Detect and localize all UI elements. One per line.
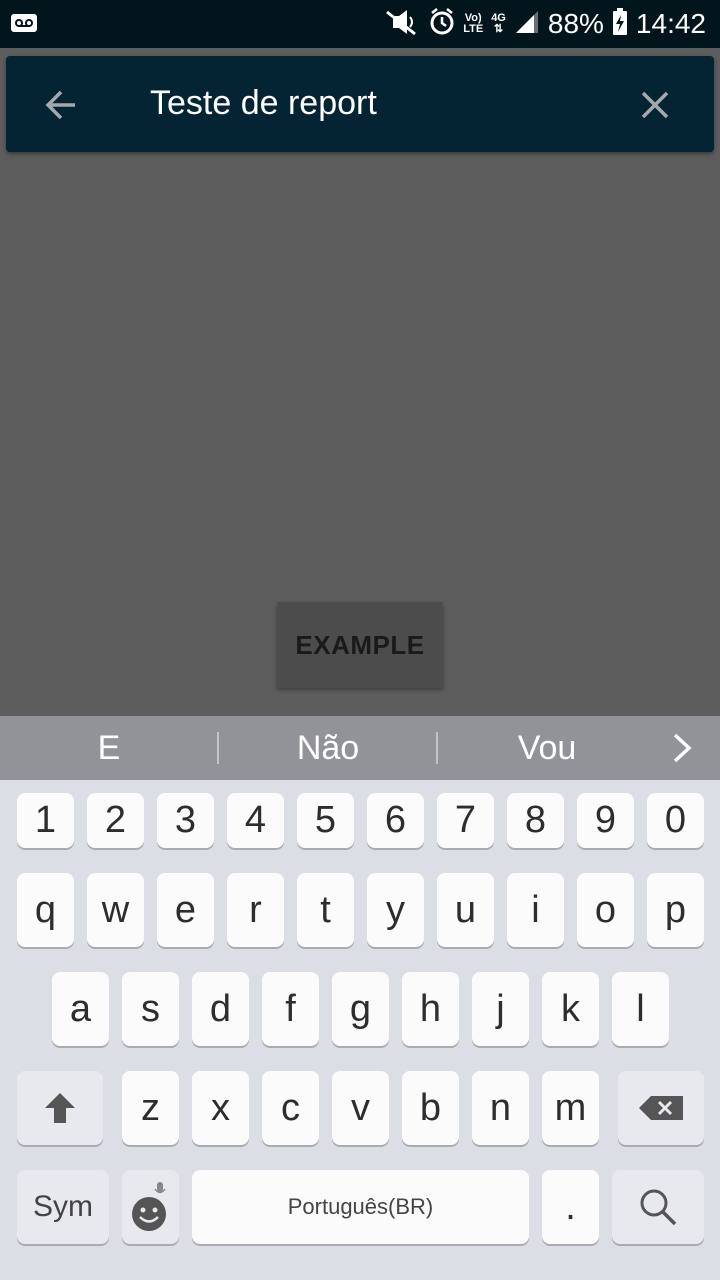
key-b[interactable]: b [402,1071,459,1145]
battery-percent: 88% [547,8,604,39]
emoji-icon [131,1182,166,1231]
key-a[interactable]: a [52,972,109,1046]
key-g[interactable]: g [332,972,389,1046]
chevron-right-icon [673,733,692,763]
shift-key[interactable] [17,1071,103,1145]
close-button[interactable] [630,80,680,130]
key-9[interactable]: 9 [577,793,634,848]
period-key[interactable]: . [542,1170,599,1244]
key-f[interactable]: f [262,972,319,1046]
key-v[interactable]: v [332,1071,389,1145]
key-q[interactable]: q [17,873,74,947]
search-icon [640,1189,677,1226]
battery-charging-icon [612,7,628,41]
key-4[interactable]: 4 [227,793,284,848]
key-6[interactable]: 6 [367,793,424,848]
search-key[interactable] [612,1170,704,1244]
back-button[interactable] [36,80,86,130]
alarm-icon [429,7,455,41]
key-2[interactable]: 2 [87,793,144,848]
key-t[interactable]: t [297,873,354,947]
signal-icon [514,9,540,40]
key-e[interactable]: e [157,873,214,947]
key-m[interactable]: m [542,1071,599,1145]
close-icon [641,91,669,119]
key-y[interactable]: y [367,873,424,947]
key-5[interactable]: 5 [297,793,354,848]
example-button[interactable]: EXAMPLE [277,602,443,688]
voicemail-icon [10,12,38,39]
key-1[interactable]: 1 [17,793,74,848]
key-r[interactable]: r [227,873,284,947]
key-0[interactable]: 0 [647,793,704,848]
key-i[interactable]: i [507,873,564,947]
key-l[interactable]: l [612,972,669,1046]
key-p[interactable]: p [647,873,704,947]
suggestion-item[interactable]: E [0,716,218,780]
key-u[interactable]: u [437,873,494,947]
app-toolbar: Teste de report [6,56,714,152]
page-title: Teste de report [150,84,377,122]
key-c[interactable]: c [262,1071,319,1145]
key-d[interactable]: d [192,972,249,1046]
key-3[interactable]: 3 [157,793,214,848]
key-x[interactable]: x [192,1071,249,1145]
emoji-mic-key[interactable] [122,1170,179,1244]
key-k[interactable]: k [542,972,599,1046]
more-suggestions-button[interactable] [664,730,700,766]
key-s[interactable]: s [122,972,179,1046]
suggestion-item[interactable]: Não [219,716,437,780]
mute-icon [383,8,421,41]
suggestion-item[interactable]: Vou [438,716,656,780]
backspace-key[interactable] [618,1071,704,1145]
network-4g-indicator: 4G ⇅ [491,12,506,35]
clock: 14:42 [635,8,706,39]
status-bar: Vo) LTE 4G ⇅ 88% 14:42 [0,0,720,48]
key-h[interactable]: h [402,972,459,1046]
arrow-back-icon [45,90,75,120]
key-j[interactable]: j [472,972,529,1046]
key-n[interactable]: n [472,1071,529,1145]
backspace-icon [639,1096,683,1120]
key-w[interactable]: w [87,873,144,947]
volte-indicator: Vo) LTE [463,12,484,35]
key-7[interactable]: 7 [437,793,494,848]
suggestion-strip: E Não Vou [0,716,720,780]
shift-arrow-icon [45,1093,75,1123]
space-key[interactable]: Português(BR) [192,1170,529,1244]
key-o[interactable]: o [577,873,634,947]
sym-key[interactable]: Sym [17,1170,109,1244]
key-8[interactable]: 8 [507,793,564,848]
key-z[interactable]: z [122,1071,179,1145]
soft-keyboard: 1 2 3 4 5 6 7 8 9 0 q w e r t y u i o p … [0,780,720,1280]
